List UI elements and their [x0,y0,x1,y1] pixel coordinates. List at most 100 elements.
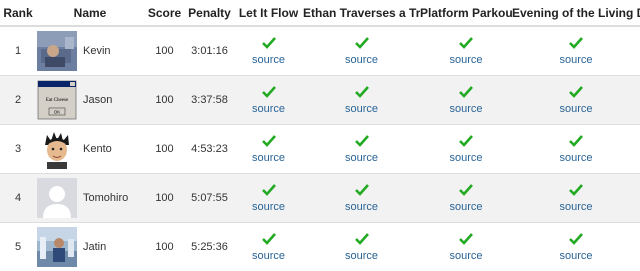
column-header-problem-2: Ethan Traverses a Tree [303,0,420,27]
problem-cell: source [512,221,640,271]
problem-cell: source [420,221,512,271]
username[interactable]: Kento [83,143,112,155]
problem-cell: source [420,74,512,124]
problem-cell: source [234,74,303,124]
source-link[interactable]: source [449,201,482,213]
table-row: 2 Eat Cheese OK Jason 100 3:37:58 source… [0,74,640,124]
problem-cell: source [420,123,512,173]
checkmark-icon [261,232,276,245]
checkmark-icon [261,134,276,147]
column-header-problem-3: Platform Parkour [420,0,512,27]
checkmark-icon [354,36,369,49]
table-row: 3 Kento 100 4:53:23 source source source… [0,123,640,173]
column-header-problem-1: Let It Flow [234,0,303,27]
source-link[interactable]: source [252,54,285,66]
source-link[interactable]: source [252,103,285,115]
source-link[interactable]: source [252,201,285,213]
checkmark-icon [569,183,583,196]
table-row: 4 Tomohiro 100 5:07:55 source source sou… [0,172,640,222]
username[interactable]: Jason [83,94,112,106]
source-link[interactable]: source [449,54,482,66]
problem-cell: source [512,172,640,222]
avatar[interactable] [37,30,77,71]
source-link[interactable]: source [559,103,592,115]
problem-cell: source [420,25,512,75]
table-header: Rank Name Score Penalty Let It Flow Etha… [0,0,640,27]
penalty-cell: 4:53:23 [185,123,234,173]
source-link[interactable]: source [449,103,482,115]
source-link[interactable]: source [449,250,482,262]
source-link[interactable]: source [559,250,592,262]
name-cell: Eat Cheese OK Jason [36,74,144,124]
username[interactable]: Tomohiro [83,192,128,204]
score-cell: 100 [144,172,185,222]
source-link[interactable]: source [345,250,378,262]
name-cell: Tomohiro [36,172,144,222]
source-link[interactable]: source [559,201,592,213]
source-link[interactable]: source [345,152,378,164]
checkmark-icon [569,85,583,98]
checkmark-icon [569,232,583,245]
score-cell: 100 [144,123,185,173]
score-cell: 100 [144,25,185,75]
avatar[interactable]: Eat Cheese OK [37,79,77,120]
penalty-cell: 5:07:55 [185,172,234,222]
problem-cell: source [234,221,303,271]
name-cell: Jatin [36,221,144,271]
problem-cell: source [303,123,420,173]
table-body: 1 Kevin 100 3:01:16 source source source… [0,25,640,271]
problem-cell: source [420,172,512,222]
scoreboard-table: Rank Name Score Penalty Let It Flow Etha… [0,0,640,271]
checkmark-icon [261,36,276,49]
source-link[interactable]: source [345,201,378,213]
score-cell: 100 [144,221,185,271]
username[interactable]: Jatin [83,241,106,253]
checkmark-icon [354,85,369,98]
penalty-cell: 5:25:36 [185,221,234,271]
problem-cell: source [234,123,303,173]
problem-cell: source [303,221,420,271]
penalty-cell: 3:01:16 [185,25,234,75]
checkmark-icon [354,134,369,147]
avatar[interactable] [37,128,77,169]
source-link[interactable]: source [449,152,482,164]
problem-cell: source [303,25,420,75]
problem-cell: source [234,172,303,222]
table-row: 1 Kevin 100 3:01:16 source source source… [0,25,640,75]
name-cell: Kevin [36,25,144,75]
username[interactable]: Kevin [83,45,111,57]
score-cell: 100 [144,74,185,124]
source-link[interactable]: source [252,152,285,164]
source-link[interactable]: source [345,54,378,66]
checkmark-icon [261,85,276,98]
name-cell: Kento [36,123,144,173]
penalty-cell: 3:37:58 [185,74,234,124]
avatar[interactable] [37,226,77,267]
checkmark-icon [459,85,473,98]
checkmark-icon [354,183,369,196]
problem-cell: source [512,123,640,173]
avatar-dialog-message: Eat Cheese [46,98,69,103]
source-link[interactable]: source [559,152,592,164]
column-header-problem-4: Evening of the Living Dead [512,0,640,27]
checkmark-icon [459,134,473,147]
source-link[interactable]: source [345,103,378,115]
problem-cell: source [512,25,640,75]
rank-cell: 2 [0,74,36,124]
default-avatar-icon[interactable] [37,177,77,218]
checkmark-icon [569,36,583,49]
problem-cell: source [303,74,420,124]
source-link[interactable]: source [252,250,285,262]
rank-cell: 1 [0,25,36,75]
source-link[interactable]: source [559,54,592,66]
rank-cell: 3 [0,123,36,173]
rank-cell: 5 [0,221,36,271]
problem-cell: source [234,25,303,75]
column-header-name: Name [36,0,144,27]
problem-cell: source [303,172,420,222]
column-header-score: Score [144,0,185,27]
rank-cell: 4 [0,172,36,222]
checkmark-icon [459,183,473,196]
problem-cell: source [512,74,640,124]
column-header-penalty: Penalty [185,0,234,27]
